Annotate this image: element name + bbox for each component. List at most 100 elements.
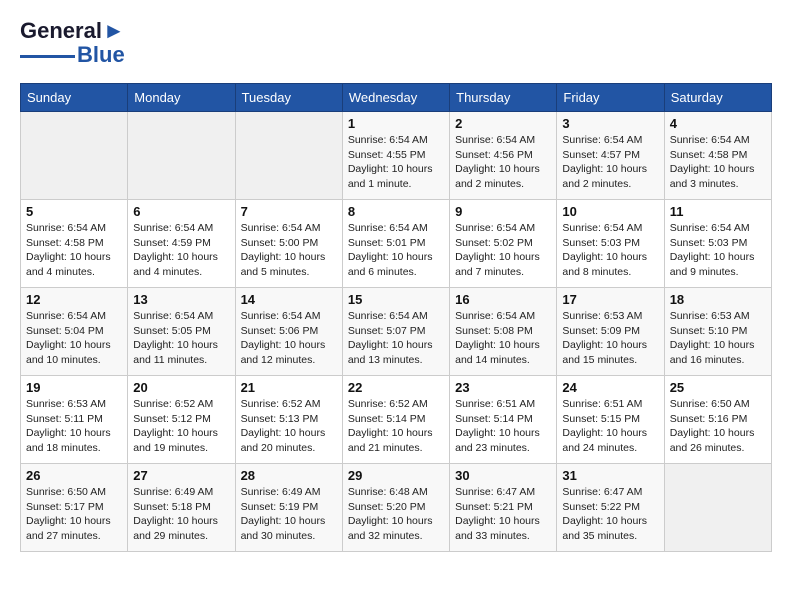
day-number: 27 [133,468,229,483]
calendar-cell: 21 Sunrise: 6:52 AMSunset: 5:13 PMDayligh… [235,376,342,464]
calendar-cell: 8 Sunrise: 6:54 AMSunset: 5:01 PMDaylight… [342,200,449,288]
day-info: Sunrise: 6:47 AMSunset: 5:21 PMDaylight:… [455,485,551,544]
day-number: 2 [455,116,551,131]
day-info: Sunrise: 6:53 AMSunset: 5:10 PMDaylight:… [670,309,766,368]
day-info: Sunrise: 6:54 AMSunset: 5:07 PMDaylight:… [348,309,444,368]
calendar-cell: 4Sunrise: 6:54 AMSunset: 4:58 PMDaylight… [664,112,771,200]
calendar-week-row: 1 Sunrise: 6:54 AMSunset: 4:55 PMDaylight… [21,112,772,200]
day-number: 15 [348,292,444,307]
day-info: Sunrise: 6:52 AMSunset: 5:14 PMDaylight:… [348,397,444,456]
day-number: 23 [455,380,551,395]
day-info: Sunrise: 6:54 AMSunset: 5:05 PMDaylight:… [133,309,229,368]
calendar-cell: 17 Sunrise: 6:53 AMSunset: 5:09 PMDayligh… [557,288,664,376]
calendar-cell: 1 Sunrise: 6:54 AMSunset: 4:55 PMDaylight… [342,112,449,200]
calendar-cell: 15 Sunrise: 6:54 AMSunset: 5:07 PMDayligh… [342,288,449,376]
day-number: 11 [670,204,766,219]
calendar-cell: 12 Sunrise: 6:54 AMSunset: 5:04 PMDayligh… [21,288,128,376]
day-info: Sunrise: 6:54 AMSunset: 5:00 PMDaylight:… [241,221,337,280]
calendar-cell: 9 Sunrise: 6:54 AMSunset: 5:02 PMDaylight… [450,200,557,288]
day-number: 19 [26,380,122,395]
day-number: 17 [562,292,658,307]
day-info: Sunrise: 6:50 AMSunset: 5:17 PMDaylight:… [26,485,122,544]
logo-text: General► [20,20,125,42]
day-number: 9 [455,204,551,219]
calendar-cell: 23 Sunrise: 6:51 AMSunset: 5:14 PMDayligh… [450,376,557,464]
day-info: Sunrise: 6:52 AMSunset: 5:12 PMDaylight:… [133,397,229,456]
calendar-cell: 3 Sunrise: 6:54 AMSunset: 4:57 PMDaylight… [557,112,664,200]
calendar-cell: 24Sunrise: 6:51 AMSunset: 5:15 PMDayligh… [557,376,664,464]
calendar-cell: 10 Sunrise: 6:54 AMSunset: 5:03 PMDayligh… [557,200,664,288]
day-number: 6 [133,204,229,219]
calendar-cell: 5Sunrise: 6:54 AMSunset: 4:58 PMDaylight… [21,200,128,288]
day-number: 3 [562,116,658,131]
day-number: 21 [241,380,337,395]
calendar-cell: 7 Sunrise: 6:54 AMSunset: 5:00 PMDaylight… [235,200,342,288]
calendar-cell: 29 Sunrise: 6:48 AMSunset: 5:20 PMDayligh… [342,464,449,552]
calendar-cell [21,112,128,200]
day-info: Sunrise: 6:54 AMSunset: 5:06 PMDaylight:… [241,309,337,368]
calendar-cell [664,464,771,552]
day-info: Sunrise: 6:49 AMSunset: 5:19 PMDaylight:… [241,485,337,544]
calendar-cell: 11 Sunrise: 6:54 AMSunset: 5:03 PMDayligh… [664,200,771,288]
day-number: 13 [133,292,229,307]
calendar-cell: 6 Sunrise: 6:54 AMSunset: 4:59 PMDaylight… [128,200,235,288]
day-info: Sunrise: 6:47 AMSunset: 5:22 PMDaylight:… [562,485,658,544]
weekday-header-tuesday: Tuesday [235,84,342,112]
day-info: Sunrise: 6:54 AMSunset: 5:03 PMDaylight:… [670,221,766,280]
calendar-cell: 22Sunrise: 6:52 AMSunset: 5:14 PMDayligh… [342,376,449,464]
day-number: 10 [562,204,658,219]
day-number: 7 [241,204,337,219]
day-info: Sunrise: 6:52 AMSunset: 5:13 PMDaylight:… [241,397,337,456]
calendar-cell: 16Sunrise: 6:54 AMSunset: 5:08 PMDayligh… [450,288,557,376]
calendar-cell [235,112,342,200]
day-info: Sunrise: 6:54 AMSunset: 5:02 PMDaylight:… [455,221,551,280]
day-info: Sunrise: 6:54 AMSunset: 4:59 PMDaylight:… [133,221,229,280]
weekday-header-sunday: Sunday [21,84,128,112]
weekday-header-thursday: Thursday [450,84,557,112]
day-info: Sunrise: 6:53 AMSunset: 5:11 PMDaylight:… [26,397,122,456]
day-info: Sunrise: 6:51 AMSunset: 5:15 PMDaylight:… [562,397,658,456]
day-number: 14 [241,292,337,307]
calendar-week-row: 12 Sunrise: 6:54 AMSunset: 5:04 PMDayligh… [21,288,772,376]
day-number: 30 [455,468,551,483]
day-number: 18 [670,292,766,307]
day-info: Sunrise: 6:51 AMSunset: 5:14 PMDaylight:… [455,397,551,456]
calendar-cell: 28 Sunrise: 6:49 AMSunset: 5:19 PMDayligh… [235,464,342,552]
calendar-week-row: 5Sunrise: 6:54 AMSunset: 4:58 PMDaylight… [21,200,772,288]
calendar-week-row: 19 Sunrise: 6:53 AMSunset: 5:11 PMDayligh… [21,376,772,464]
weekday-header-wednesday: Wednesday [342,84,449,112]
day-info: Sunrise: 6:54 AMSunset: 4:57 PMDaylight:… [562,133,658,192]
day-info: Sunrise: 6:50 AMSunset: 5:16 PMDaylight:… [670,397,766,456]
day-info: Sunrise: 6:54 AMSunset: 5:04 PMDaylight:… [26,309,122,368]
day-info: Sunrise: 6:48 AMSunset: 5:20 PMDaylight:… [348,485,444,544]
day-number: 28 [241,468,337,483]
calendar-cell: 18 Sunrise: 6:53 AMSunset: 5:10 PMDayligh… [664,288,771,376]
calendar-cell: 25 Sunrise: 6:50 AMSunset: 5:16 PMDayligh… [664,376,771,464]
weekday-header-saturday: Saturday [664,84,771,112]
day-number: 31 [562,468,658,483]
day-number: 8 [348,204,444,219]
day-info: Sunrise: 6:54 AMSunset: 4:58 PMDaylight:… [670,133,766,192]
day-number: 12 [26,292,122,307]
calendar-cell: 19 Sunrise: 6:53 AMSunset: 5:11 PMDayligh… [21,376,128,464]
day-info: Sunrise: 6:54 AMSunset: 4:55 PMDaylight:… [348,133,444,192]
day-info: Sunrise: 6:53 AMSunset: 5:09 PMDaylight:… [562,309,658,368]
logo: General► Blue [20,20,125,68]
day-number: 26 [26,468,122,483]
day-number: 16 [455,292,551,307]
page-header: General► Blue [20,20,772,68]
calendar-week-row: 26 Sunrise: 6:50 AMSunset: 5:17 PMDayligh… [21,464,772,552]
day-number: 25 [670,380,766,395]
day-info: Sunrise: 6:54 AMSunset: 5:03 PMDaylight:… [562,221,658,280]
day-info: Sunrise: 6:54 AMSunset: 4:58 PMDaylight:… [26,221,122,280]
day-info: Sunrise: 6:54 AMSunset: 5:01 PMDaylight:… [348,221,444,280]
calendar-cell: 13 Sunrise: 6:54 AMSunset: 5:05 PMDayligh… [128,288,235,376]
calendar-cell: 26 Sunrise: 6:50 AMSunset: 5:17 PMDayligh… [21,464,128,552]
calendar-cell [128,112,235,200]
day-number: 1 [348,116,444,131]
calendar-cell: 20 Sunrise: 6:52 AMSunset: 5:12 PMDayligh… [128,376,235,464]
day-info: Sunrise: 6:54 AMSunset: 4:56 PMDaylight:… [455,133,551,192]
day-info: Sunrise: 6:49 AMSunset: 5:18 PMDaylight:… [133,485,229,544]
day-number: 29 [348,468,444,483]
day-number: 20 [133,380,229,395]
